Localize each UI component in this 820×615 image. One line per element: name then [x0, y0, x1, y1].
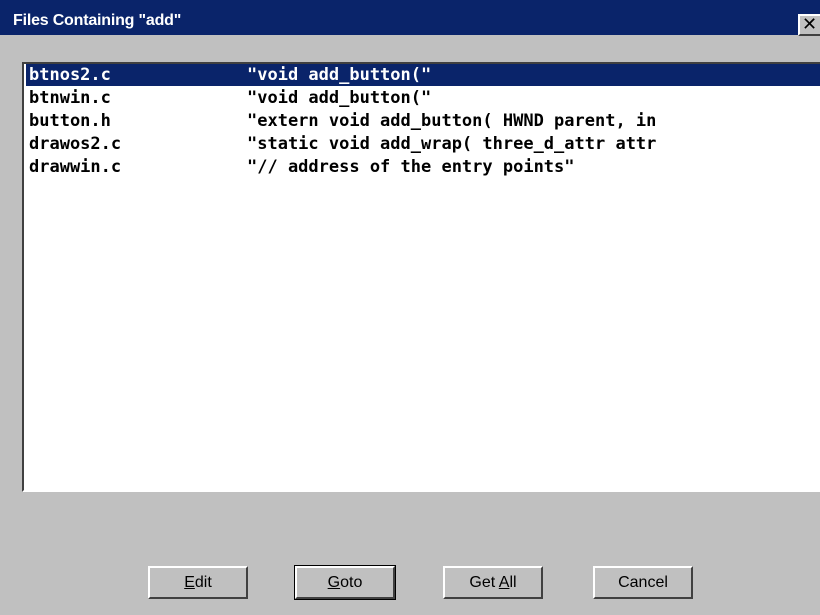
file-name: btnwin.c [29, 88, 111, 108]
window-title: Files Containing "add" [13, 12, 182, 29]
results-listbox[interactable]: btnos2.c "void add_button(" btnwin.c "vo… [22, 62, 820, 492]
edit-label-post: dit [194, 574, 212, 591]
get-all-accelerator: A [498, 574, 510, 591]
title-bar: Files Containing "add" [0, 0, 820, 35]
file-name: drawwin.c [29, 157, 122, 177]
goto-button[interactable]: Goto [294, 565, 396, 600]
goto-accelerator: G [327, 574, 341, 591]
match-text: "void add_button(" [247, 65, 432, 85]
list-item[interactable]: btnos2.c "void add_button(" [26, 64, 820, 86]
close-icon: ✕ [802, 14, 818, 35]
file-name: button.h [29, 111, 111, 131]
match-text: "static void add_wrap( three_d_attr attr [247, 134, 657, 154]
edit-button[interactable]: Edit [148, 566, 248, 599]
cancel-button[interactable]: Cancel [593, 566, 693, 599]
cancel-label: Cancel [618, 574, 668, 591]
file-name: btnos2.c [29, 65, 111, 85]
get-all-label-post: ll [509, 574, 517, 591]
get-all-button[interactable]: Get All [443, 566, 543, 599]
match-text: "void add_button(" [247, 88, 432, 108]
close-button[interactable]: ✕ [798, 14, 820, 36]
file-name: drawos2.c [29, 134, 122, 154]
list-item[interactable]: btnwin.c "void add_button(" [26, 87, 820, 109]
edit-accelerator: E [184, 574, 195, 591]
get-all-label-pre: Get [469, 574, 499, 591]
list-item[interactable]: button.h "extern void add_button( HWND p… [26, 110, 820, 132]
match-text: "// address of the entry points" [247, 157, 575, 177]
goto-label-post: oto [340, 574, 363, 591]
match-text: "extern void add_button( HWND parent, in [247, 111, 657, 131]
list-item[interactable]: drawwin.c "// address of the entry point… [26, 156, 820, 178]
list-item[interactable]: drawos2.c "static void add_wrap( three_d… [26, 133, 820, 155]
